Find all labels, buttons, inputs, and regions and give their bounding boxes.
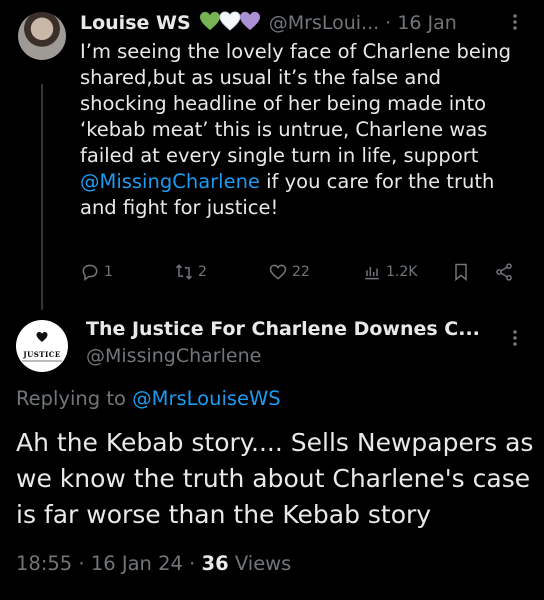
like-count: 22 [292, 264, 310, 280]
tweet2-author-name[interactable]: The Justice For Charlene Downes C... [86, 316, 480, 342]
replying-to-line: Replying to @MrsLouiseWS [16, 385, 281, 413]
tweet2-more-icon[interactable] [507, 328, 523, 352]
share-icon [496, 263, 512, 281]
bookmark-icon [455, 263, 467, 282]
tweet2-date[interactable]: 16 Jan 24 [91, 552, 183, 575]
tweet1-header: Louise WS @MrsLoui... · 16 Jan [80, 10, 457, 38]
tweet1-text-part1: I’m seeing the lovely face of Charlene b… [80, 40, 512, 167]
white-heart-icon [219, 11, 241, 31]
reply-button[interactable]: 1 [80, 262, 113, 282]
tweet2-handle[interactable]: @MissingCharlene [86, 343, 261, 369]
tweet1-action-bar: 1 2 22 1.2K [80, 262, 530, 286]
like-heart-icon [269, 264, 287, 280]
bookmark-button[interactable] [451, 262, 471, 282]
replying-to-label: Replying to [16, 387, 126, 410]
meta-separator: · [78, 552, 85, 575]
reply-icon [82, 264, 98, 282]
views-button[interactable]: 1.2K [362, 262, 417, 282]
tweet1-more-icon[interactable] [507, 12, 523, 36]
purple-heart-icon [239, 11, 260, 31]
green-heart-icon [199, 11, 220, 31]
tweet2-views-label: Views [234, 552, 292, 575]
views-count: 1.2K [386, 264, 418, 280]
like-button[interactable]: 22 [268, 262, 310, 282]
heart-emojis [199, 11, 260, 38]
tweet1-date[interactable]: 16 Jan [397, 12, 457, 34]
share-button[interactable] [494, 262, 514, 282]
retweet-icon [175, 264, 193, 280]
tweet2-time[interactable]: 18:55 [16, 552, 72, 575]
replying-to-handle-link[interactable]: @MrsLouiseWS [132, 387, 281, 410]
tweet1-separator: · [385, 12, 392, 34]
tweet1-author-name[interactable]: Louise WS [80, 12, 191, 34]
thread-connector-line [41, 84, 43, 310]
retweet-button[interactable]: 2 [174, 262, 207, 282]
tweet1-handle[interactable]: @MrsLoui... [269, 12, 379, 34]
retweet-count: 2 [198, 264, 207, 280]
justice-avatar[interactable]: JUSTICE [16, 320, 68, 372]
reply-count: 1 [104, 264, 113, 280]
avatar-heart-icon [36, 332, 48, 342]
tweet2-views-count: 36 [201, 552, 229, 575]
tweet2-meta: 18:55 · 16 Jan 24 · 36 Views [16, 550, 291, 578]
meta-separator: · [189, 552, 196, 575]
tweet2-text: Ah the Kebab story.... Sells Newpapers a… [16, 428, 534, 529]
views-chart-icon [365, 267, 379, 280]
tweet1-mention-link[interactable]: @MissingCharlene [80, 170, 260, 193]
louise-avatar[interactable] [18, 12, 66, 60]
avatar-logo-subline [22, 360, 62, 362]
avatar-logo-text: JUSTICE [23, 350, 61, 359]
tweet1-text: I’m seeing the lovely face of Charlene b… [80, 39, 525, 221]
